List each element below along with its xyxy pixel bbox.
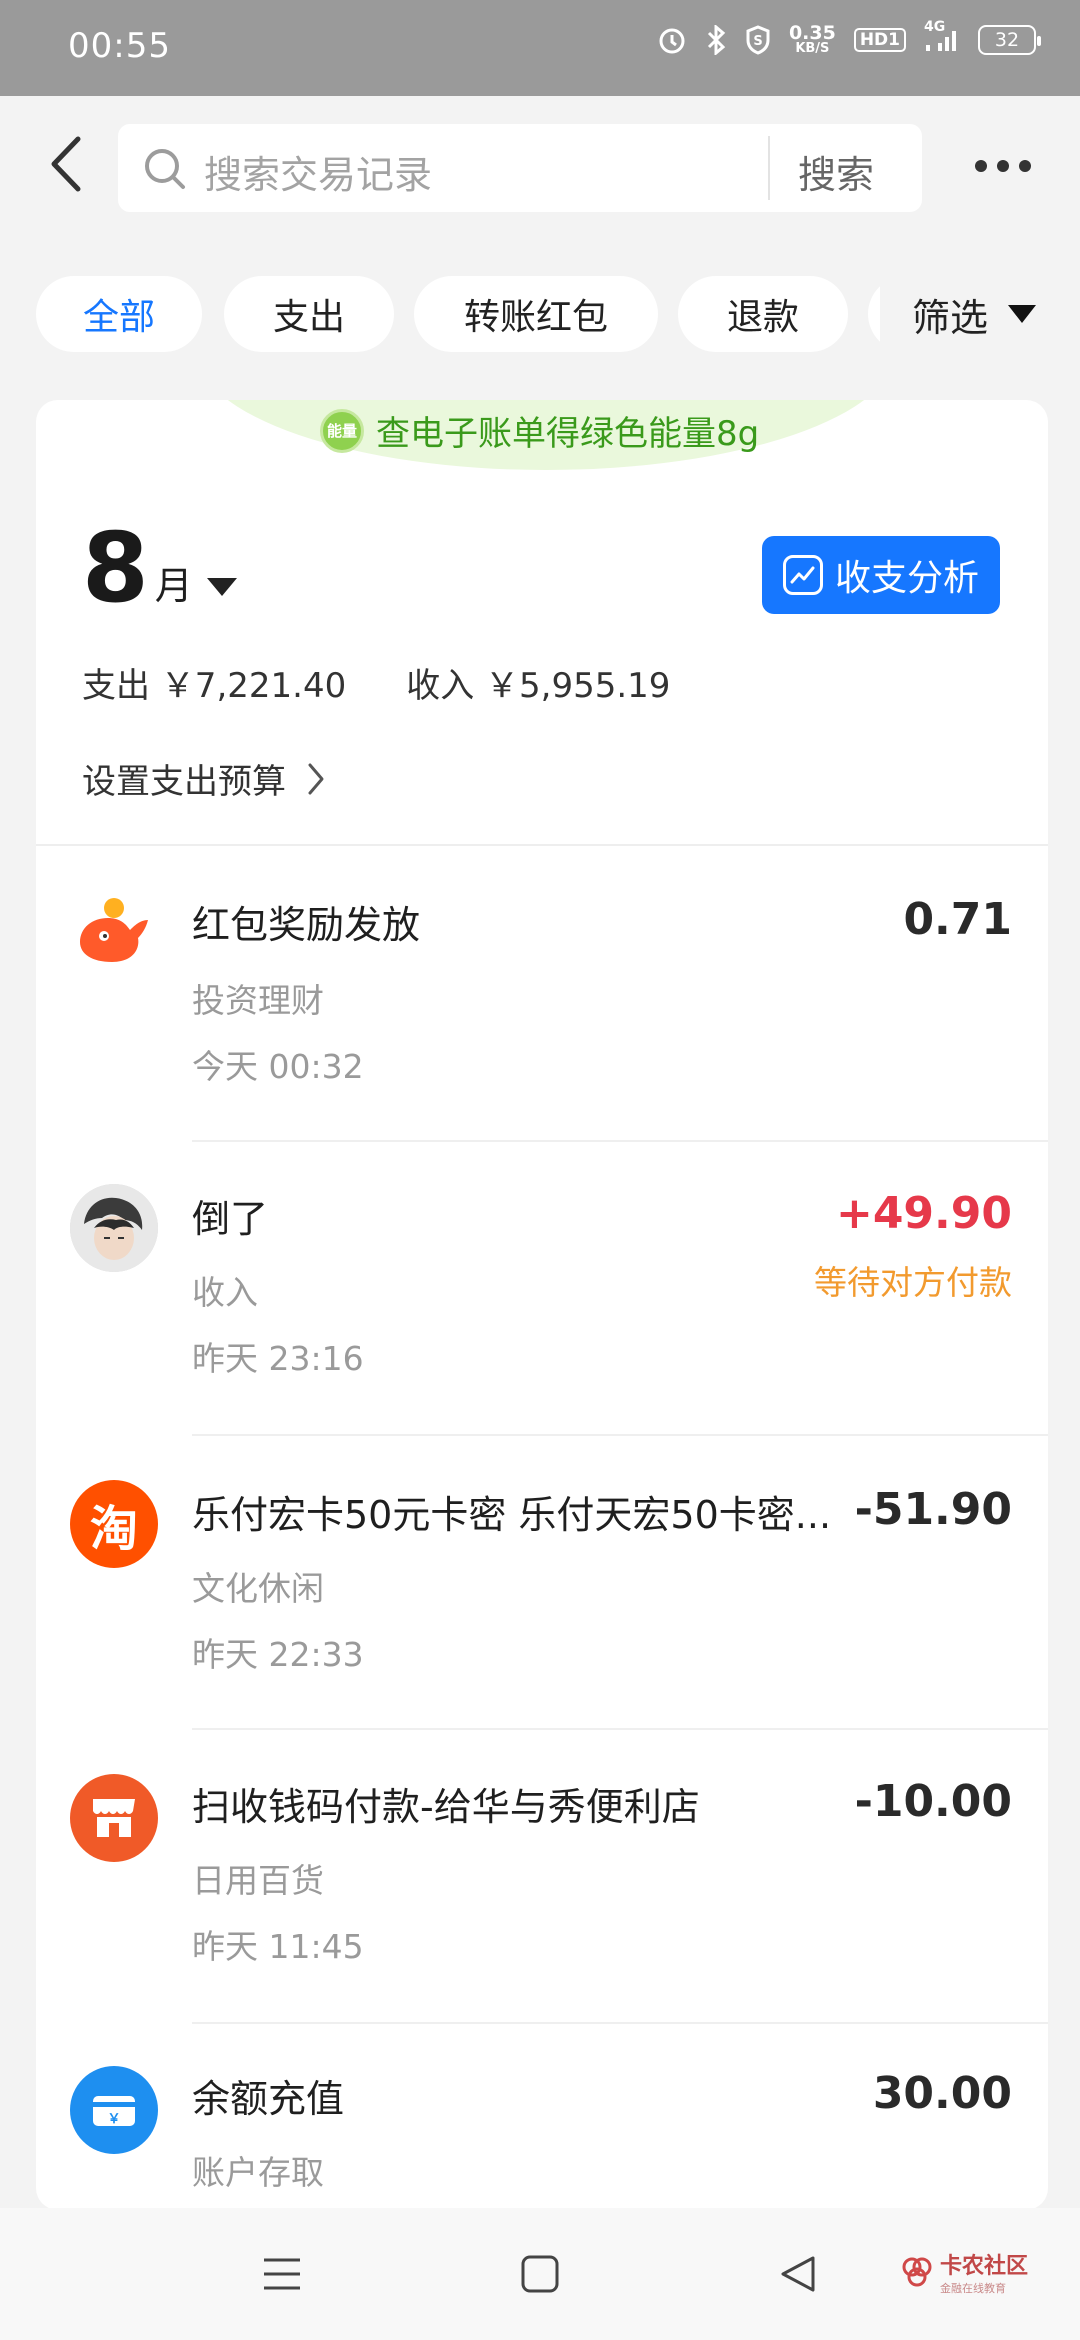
alarm-icon: [657, 25, 687, 55]
taobao-icon: 淘: [70, 1480, 158, 1568]
month-summary: 支出 ￥7,221.40 收入 ￥5,955.19: [82, 658, 670, 707]
more-dot-icon: [1019, 160, 1031, 172]
search-bar[interactable]: 搜索交易记录 搜索: [118, 124, 922, 212]
transaction-title: 倒了: [192, 1197, 269, 1241]
chip-all[interactable]: 全部: [36, 276, 202, 352]
transaction-title: 扫收钱码付款-给华与秀便利店: [192, 1785, 700, 1829]
battery-indicator: 32: [978, 25, 1041, 55]
status-bar: 00:55 S 0.35 KB/S HD1 4G 32: [0, 0, 1080, 96]
transaction-row[interactable]: 红包奖励发放 0.71 投资理财 今天 00:32: [36, 846, 1048, 1142]
watermark: 卡农社区 金融在线教育: [900, 2248, 1028, 2296]
status-time: 00:55: [68, 26, 171, 66]
budget-label: 设置支出预算: [82, 762, 286, 802]
hd-badge: HD1: [853, 28, 906, 52]
budget-link[interactable]: 设置支出预算: [82, 754, 326, 803]
network-speed: 0.35 KB/S: [789, 24, 836, 56]
filter-chips: 全部 支出 转账红包 退款 筛选: [0, 274, 1080, 354]
net-speed-unit: KB/S: [795, 41, 830, 56]
signal-icon: 4G: [924, 19, 960, 55]
back-button[interactable]: [40, 134, 90, 194]
more-dot-icon: [975, 160, 987, 172]
income-total: 收入 ￥5,955.19: [406, 666, 671, 706]
transaction-amount: -10.00: [854, 1776, 1012, 1827]
transaction-amount: 0.71: [903, 894, 1012, 945]
transaction-row[interactable]: ￥ 余额充值 30.00 账户存取: [36, 2024, 1048, 2210]
signal-label: 4G: [924, 19, 946, 35]
back-nav-button[interactable]: [768, 2244, 828, 2304]
more-options-button[interactable]: [975, 146, 1045, 186]
transaction-time: 今天 00:32: [192, 1047, 364, 1086]
chip-refund[interactable]: 退款: [678, 276, 848, 352]
back-triangle-icon: [781, 2256, 815, 2292]
chip-expense[interactable]: 支出: [224, 276, 394, 352]
transaction-amount: +49.90: [835, 1188, 1012, 1239]
back-arrow-icon: [51, 136, 81, 192]
analysis-label: 收支分析: [834, 558, 979, 599]
chip-transfer[interactable]: 转账红包: [414, 276, 658, 352]
transaction-time: 昨天 23:16: [192, 1339, 364, 1378]
kanong-logo-icon: [902, 2257, 932, 2287]
month-number: 8: [82, 512, 149, 624]
transaction-time: 昨天 11:45: [192, 1927, 364, 1966]
analysis-button[interactable]: 收支分析: [762, 536, 1000, 614]
menu-icon: [264, 2258, 300, 2290]
watermark-title: 卡农社区: [940, 2254, 1029, 2279]
transaction-category: 日用百货: [192, 1861, 324, 1900]
energy-text: 查电子账单得绿色能量8g: [376, 414, 760, 454]
transaction-title: 余额充值: [192, 2077, 345, 2121]
trend-chart-icon: [782, 555, 823, 595]
whale-icon: [70, 890, 158, 978]
chevron-right-icon: [308, 763, 324, 794]
transaction-amount: 30.00: [872, 2068, 1012, 2119]
wallet-icon: ￥: [70, 2066, 158, 2154]
home-nav-button[interactable]: [510, 2244, 570, 2304]
watermark-subtitle: 金融在线教育: [940, 2282, 1006, 2295]
transaction-category: 投资理财: [192, 981, 324, 1020]
transaction-category: 收入: [192, 1273, 258, 1312]
store-icon: [70, 1774, 158, 1862]
energy-banner[interactable]: 能量 查电子账单得绿色能量8g: [320, 406, 759, 455]
transaction-time: 昨天 22:33: [192, 1635, 364, 1674]
transaction-amount: -51.90: [854, 1484, 1012, 1535]
transaction-status: 等待对方付款: [814, 1263, 1012, 1302]
more-dot-icon: [997, 160, 1009, 172]
month-dropdown-icon: [206, 578, 237, 596]
home-square-icon: [521, 2255, 559, 2293]
svg-text:S: S: [753, 34, 762, 49]
user-avatar: [70, 1184, 158, 1272]
search-divider: [768, 136, 770, 200]
expense-total: 支出 ￥7,221.40: [82, 666, 347, 706]
transaction-category: 文化休闲: [192, 1569, 324, 1608]
menu-nav-button[interactable]: [252, 2244, 312, 2304]
wallet-glyph: ￥: [107, 2112, 120, 2127]
net-speed-value: 0.35: [788, 22, 836, 44]
transaction-title: 红包奖励发放: [192, 903, 421, 947]
search-header: 搜索交易记录 搜索: [0, 96, 1080, 246]
transaction-row[interactable]: 倒了 +49.90 等待对方付款 收入 昨天 23:16: [36, 1142, 1048, 1436]
search-button[interactable]: 搜索: [798, 144, 874, 199]
transaction-title: 乐付宏卡50元卡密 乐付天宏50卡密...: [192, 1493, 832, 1537]
bluetooth-icon: [705, 25, 727, 55]
taobao-glyph: 淘: [89, 1501, 138, 1557]
transaction-row[interactable]: 扫收钱码付款-给华与秀便利店 -10.00 日用百货 昨天 11:45: [36, 1730, 1048, 2024]
month-selector[interactable]: 8 月: [82, 520, 237, 616]
search-input[interactable]: 搜索交易记录: [204, 144, 432, 199]
transaction-category: 账户存取: [192, 2153, 324, 2192]
dropdown-triangle-icon: [1008, 305, 1037, 323]
month-unit: 月: [154, 564, 193, 608]
transaction-row[interactable]: 淘 乐付宏卡50元卡密 乐付天宏50卡密... -51.90 文化休闲 昨天 2…: [36, 1436, 1048, 1730]
energy-badge-icon: 能量: [320, 408, 364, 453]
filter-label: 筛选: [912, 295, 989, 340]
filter-button[interactable]: 筛选: [880, 274, 1080, 354]
status-icons: S 0.35 KB/S HD1 4G 32: [657, 19, 1041, 56]
search-icon: [145, 149, 185, 189]
bill-card: 能量 查电子账单得绿色能量8g 8 月 收支分析 支出 ￥7,221.40 收入…: [36, 400, 1048, 2210]
shield-icon: S: [745, 25, 771, 55]
system-nav-bar: 卡农社区 金融在线教育: [0, 2208, 1080, 2340]
